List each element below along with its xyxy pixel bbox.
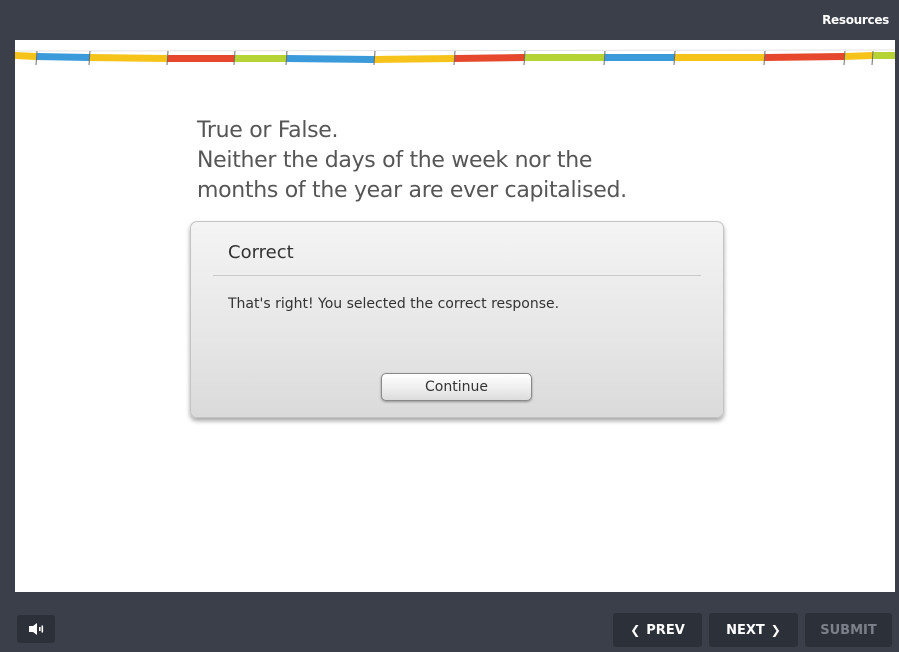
resources-link[interactable]: Resources bbox=[822, 13, 889, 27]
prev-button[interactable]: ❮ PREV bbox=[613, 613, 702, 647]
feedback-title: Correct bbox=[228, 242, 294, 263]
feedback-dialog: Correct That's right! You selected the c… bbox=[190, 221, 724, 418]
top-bar: Resources bbox=[0, 0, 899, 40]
question-line: months of the year are ever capitalised. bbox=[197, 178, 627, 203]
prev-label: PREV bbox=[646, 622, 685, 638]
slide-content: True or False. Neither the days of the w… bbox=[15, 40, 895, 592]
next-label: NEXT bbox=[726, 622, 765, 638]
audio-button[interactable] bbox=[17, 615, 55, 643]
question-line: Neither the days of the week nor the bbox=[197, 148, 593, 173]
next-button[interactable]: NEXT ❯ bbox=[709, 613, 798, 647]
question-text: True or False. Neither the days of the w… bbox=[197, 116, 717, 206]
continue-button[interactable]: Continue bbox=[381, 373, 532, 401]
question-line: True or False. bbox=[197, 118, 339, 143]
chevron-left-icon: ❮ bbox=[630, 623, 641, 637]
decorative-ribbon bbox=[15, 49, 895, 66]
feedback-message: That's right! You selected the correct r… bbox=[228, 296, 560, 312]
submit-label: SUBMIT bbox=[820, 622, 877, 638]
submit-button[interactable]: SUBMIT bbox=[805, 613, 892, 647]
speaker-icon bbox=[29, 623, 44, 635]
bottom-bar: ❮ PREV NEXT ❯ SUBMIT bbox=[0, 592, 899, 652]
chevron-right-icon: ❯ bbox=[770, 623, 781, 637]
feedback-divider bbox=[213, 275, 701, 276]
